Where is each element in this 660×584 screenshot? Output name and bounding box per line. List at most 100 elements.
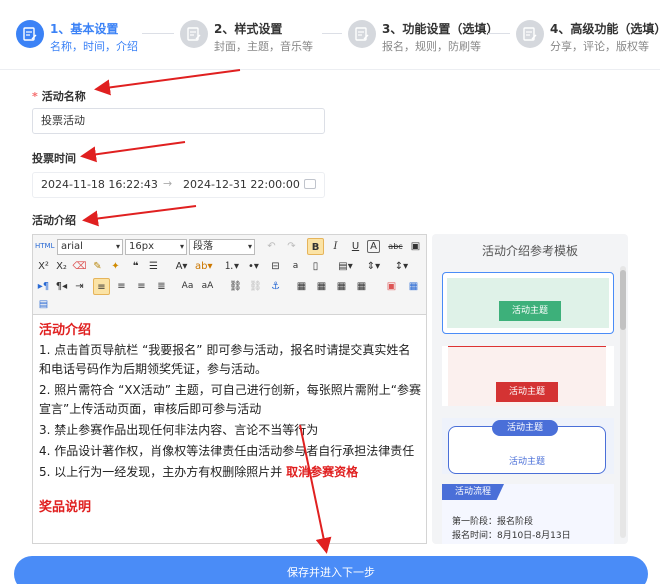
- template-card[interactable]: 活动流程 第一阶段：报名阶段 报名时间：8月10日-8月13日: [442, 484, 614, 544]
- ordered-list-icon[interactable]: ⒈▾: [223, 258, 240, 275]
- step-connector: [142, 33, 174, 34]
- template-card-sublabel: 活动主题: [508, 457, 545, 467]
- unlink-icon[interactable]: ⛓: [247, 278, 264, 295]
- insert-table-icon[interactable]: ▦: [405, 278, 422, 295]
- insert-image-icon[interactable]: ▣: [383, 278, 400, 295]
- arrow-to-time: [80, 141, 186, 163]
- arrow-to-name: [94, 69, 241, 96]
- paragraph-select[interactable]: 段落: [189, 239, 255, 255]
- eraser-icon[interactable]: ⌫: [71, 258, 88, 275]
- font-border-icon[interactable]: A: [367, 240, 380, 253]
- html-source-icon[interactable]: HTML: [35, 238, 54, 255]
- ltr-icon[interactable]: ▸¶: [35, 278, 52, 295]
- format-painter-icon[interactable]: ✎: [89, 258, 106, 275]
- line-height-icon[interactable]: ↕▾: [393, 258, 410, 275]
- step-title: 4、高级功能（选填）: [550, 22, 660, 36]
- step-desc: 分享，评论，版权等: [550, 40, 649, 53]
- undo-icon[interactable]: ↶: [263, 238, 280, 255]
- align-justify-icon[interactable]: ≣: [153, 278, 170, 295]
- content-item: 1. 点击首页导航栏 “我要报名” 即可参与活动，报名时请提交真实姓名和电话号码…: [39, 343, 411, 376]
- content-item: 2. 照片需符合 “XX活动” 主题，可自己进行创新，每张照片需附上“参赛宣言”…: [39, 383, 421, 416]
- step-basic[interactable]: 1、基本设置 名称，时间，介绍: [16, 14, 176, 58]
- required-mark: *: [32, 90, 38, 103]
- italic-icon[interactable]: I: [327, 238, 344, 255]
- stepper: 1、基本设置 名称，时间，介绍 2、样式设置 封面，主题，音乐等 3、功能设置（…: [0, 0, 660, 70]
- image-right-icon[interactable]: ▦: [333, 278, 350, 295]
- underline-icon[interactable]: U: [347, 238, 364, 255]
- subscript-icon[interactable]: X₂: [53, 258, 70, 275]
- toolbar-row-1: HTML arial 16px 段落 ↶ ↷ B I U A abc ▣: [35, 237, 425, 257]
- step-desc: 名称，时间，介绍: [50, 40, 138, 53]
- font-family-select[interactable]: arial: [57, 239, 123, 255]
- template-card[interactable]: 活动主题 活动主题: [442, 418, 614, 474]
- content-highlight: 取消参赛资格: [286, 465, 359, 479]
- activity-name-input[interactable]: 投票活动: [32, 108, 325, 134]
- edit-icon: [16, 20, 44, 48]
- content-item: 3. 禁止参赛作品出现任何非法内容、言论不当等行为: [39, 423, 319, 437]
- font-size-select[interactable]: 16px: [125, 239, 187, 255]
- template-card[interactable]: 活动主题: [442, 272, 614, 334]
- rtl-icon[interactable]: ¶◂: [53, 278, 70, 295]
- paragraph-format-icon[interactable]: ▤▾: [337, 258, 354, 275]
- step-style[interactable]: 2、样式设置 封面，主题，音乐等: [180, 14, 340, 58]
- template-card-label: 活动主题: [492, 420, 558, 436]
- row-spacing-icon[interactable]: ⇕▾: [365, 258, 382, 275]
- content-item: 4. 作品设计著作权，肖像权等法律责任由活动参与者自行承担法律责任: [39, 444, 415, 458]
- template-panel-title: 活动介绍参考模板: [481, 244, 578, 258]
- start-time[interactable]: 2024-11-18 16:22:43: [41, 178, 158, 191]
- vote-time-range-picker[interactable]: 2024-11-18 16:22:43 → 2024-12-31 22:00:0…: [32, 172, 325, 198]
- select-all-icon[interactable]: ⊟: [267, 258, 284, 275]
- align-right-icon[interactable]: ≡: [133, 278, 150, 295]
- uppercase-icon[interactable]: Aa: [179, 278, 196, 295]
- auto-format-icon[interactable]: ✦: [107, 258, 124, 275]
- content-item-text: 5. 以上行为一经发现，主办方有权删除照片并: [39, 465, 287, 479]
- step-desc: 报名，规则，防刷等: [382, 40, 481, 53]
- bold-icon[interactable]: B: [307, 238, 324, 255]
- indent-icon[interactable]: ⇥: [71, 278, 88, 295]
- superscript-icon[interactable]: X²: [35, 258, 52, 275]
- template-scrollbar-thumb[interactable]: [620, 270, 626, 330]
- template-panel: 活动介绍参考模板 活动主题 活动主题 活动主题 活动主题 活动流程 第一阶段：报…: [432, 234, 628, 544]
- background-color-icon[interactable]: ab▾: [195, 258, 213, 275]
- remove-format-icon[interactable]: ☰: [145, 258, 162, 275]
- step-title: 2、样式设置: [214, 22, 283, 36]
- anchor-icon[interactable]: ⚓: [267, 278, 284, 295]
- content-heading: 活动介绍: [39, 323, 92, 338]
- editor-toolbar: HTML arial 16px 段落 ↶ ↷ B I U A abc ▣ X² …: [33, 235, 426, 315]
- blockquote-icon[interactable]: ❝: [127, 258, 144, 275]
- template-card-label: 活动主题: [499, 301, 561, 321]
- font-color-icon[interactable]: A▾: [173, 258, 190, 275]
- insert-text-icon[interactable]: a: [287, 258, 304, 275]
- activity-name-label-text: 活动名称: [41, 90, 86, 103]
- lowercase-icon[interactable]: aA: [199, 278, 216, 295]
- save-next-button[interactable]: 保存并进入下一步: [14, 556, 648, 584]
- align-left-icon[interactable]: ≡: [93, 278, 110, 295]
- vote-time-label: 投票时间: [32, 152, 76, 165]
- image-none-icon[interactable]: ▦: [293, 278, 310, 295]
- step-connector: [488, 33, 510, 34]
- end-time[interactable]: 2024-12-31 22:00:00: [183, 178, 300, 191]
- image-center-icon[interactable]: ▦: [353, 278, 370, 295]
- toolbar-row-2: X² X₂ ⌫ ✎ ✦ ❝ ☰ A▾ ab▾ ⒈▾ •▾ ⊟ a ▯ ▤▾ ⇕▾…: [35, 257, 425, 277]
- document-icon[interactable]: ▯: [307, 258, 324, 275]
- unordered-list-icon[interactable]: •▾: [245, 258, 262, 275]
- arrow-to-intro: [82, 205, 197, 227]
- step-function[interactable]: 3、功能设置（选填） 报名，规则，防刷等: [348, 14, 508, 58]
- strikethrough-icon[interactable]: abc: [387, 238, 404, 255]
- insert-video-icon[interactable]: ▤: [35, 296, 52, 313]
- editor-content[interactable]: 活动介绍 1. 点击首页导航栏 “我要报名” 即可参与活动，报名时请提交真实姓名…: [39, 321, 421, 517]
- activity-name-label: * 活动名称: [32, 88, 86, 104]
- fullscreen-icon[interactable]: ▣: [407, 238, 424, 255]
- template-card-line: 第一阶段：报名阶段: [452, 517, 534, 527]
- step-title: 3、功能设置（选填）: [382, 22, 499, 36]
- page: 1、基本设置 名称，时间，介绍 2、样式设置 封面，主题，音乐等 3、功能设置（…: [0, 0, 660, 584]
- link-icon[interactable]: ⛓: [227, 278, 244, 295]
- content-heading-2: 奖品说明: [39, 500, 92, 515]
- template-scrollbar[interactable]: [620, 266, 626, 538]
- align-center-icon[interactable]: ≡: [113, 278, 130, 295]
- template-card[interactable]: 活动主题: [442, 346, 614, 406]
- rich-text-editor[interactable]: HTML arial 16px 段落 ↶ ↷ B I U A abc ▣ X² …: [32, 234, 427, 544]
- step-advanced[interactable]: 4、高级功能（选填） 分享，评论，版权等: [516, 14, 660, 58]
- image-left-icon[interactable]: ▦: [313, 278, 330, 295]
- redo-icon[interactable]: ↷: [283, 238, 300, 255]
